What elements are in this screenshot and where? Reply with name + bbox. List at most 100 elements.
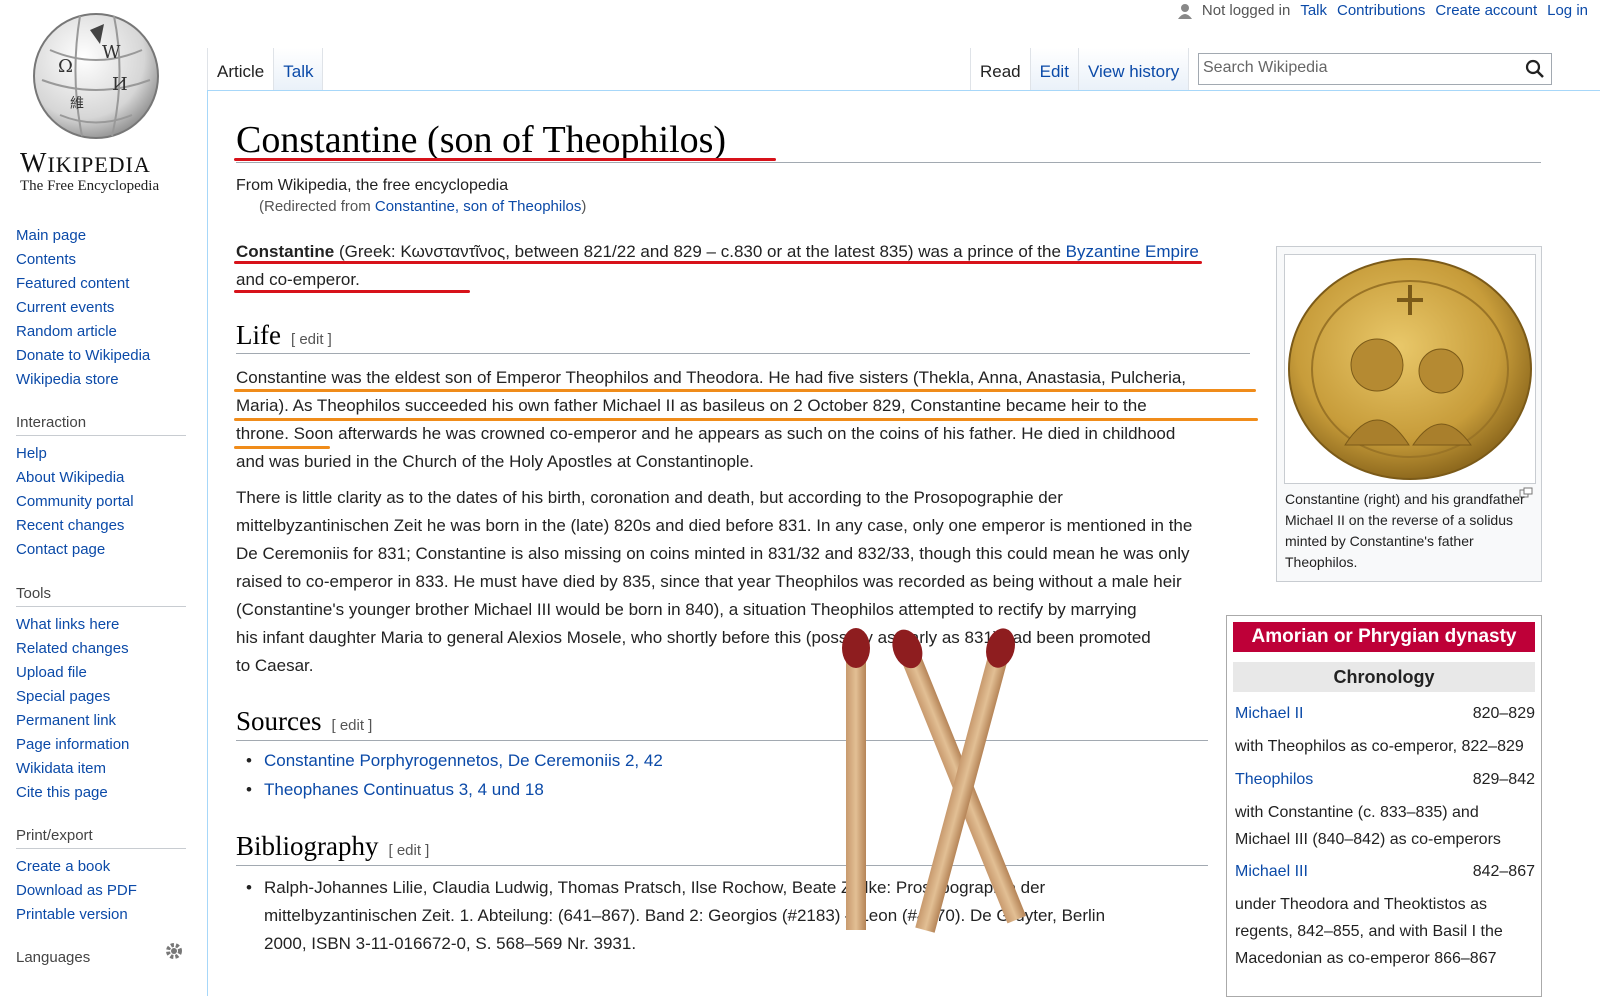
tagline: The Free Encyclopedia: [20, 178, 160, 194]
nav-permanent[interactable]: Permanent link: [16, 709, 186, 733]
svg-text:維: 維: [70, 96, 84, 112]
tab-view-history[interactable]: View history: [1078, 48, 1190, 90]
sidebar: Ω W И 維 WIKIPEDIA The Free Encyclopedia …: [0, 0, 207, 995]
gear-icon[interactable]: [164, 941, 184, 961]
heading-life: Life[ edit ]: [236, 320, 332, 350]
view-tabs: Read Edit View history: [970, 48, 1190, 90]
navbox-row: Macedonian as co-emperor 866–867: [1235, 950, 1497, 967]
sources-divider: [236, 740, 1208, 741]
page-title: Constantine (son of Theophilos): [236, 119, 727, 161]
nav-languages: Languages: [16, 943, 186, 976]
life-divider: [236, 353, 1250, 354]
nav-community[interactable]: Community portal: [16, 490, 186, 514]
lead-red-underline-2: [234, 290, 470, 293]
redirect-link[interactable]: Constantine, son of Theophilos: [375, 198, 582, 215]
login-link[interactable]: Log in: [1547, 2, 1588, 19]
navbox-row: regents, 842–855, and with Basil I the: [1235, 923, 1503, 940]
nav-upload[interactable]: Upload file: [16, 661, 186, 685]
lead-paragraph: Constantine (Greek: Κωνσταντῖνος, betwee…: [236, 242, 1199, 289]
nav-interaction-heading: Interaction: [16, 414, 186, 436]
create-account-link[interactable]: Create account: [1435, 2, 1537, 19]
search-placeholder: Search Wikipedia: [1203, 59, 1328, 76]
user-icon: [1177, 3, 1192, 19]
heading-sources: Sources[ edit ]: [236, 706, 373, 736]
nav-contents[interactable]: Contents: [16, 248, 186, 272]
nav-current-events[interactable]: Current events: [16, 296, 186, 320]
nav-download-pdf[interactable]: Download as PDF: [16, 879, 186, 903]
nav-contact[interactable]: Contact page: [16, 538, 186, 562]
site-sub: From Wikipedia, the free encyclopedia: [236, 177, 509, 194]
svg-text:Ω: Ω: [58, 56, 73, 77]
tab-edit[interactable]: Edit: [1030, 48, 1079, 90]
contributions-link[interactable]: Contributions: [1337, 2, 1425, 19]
nav-cite[interactable]: Cite this page: [16, 781, 186, 805]
nav-special[interactable]: Special pages: [16, 685, 186, 709]
navbox-chronology: Chronology: [1233, 662, 1535, 692]
succession-navbox: Amorian or Phrygian dynasty Chronology M…: [1226, 615, 1542, 997]
tab-article[interactable]: Article: [207, 48, 275, 90]
nav-donate[interactable]: Donate to Wikipedia: [16, 344, 186, 368]
source-item: Theophanes Continuatus 3, 4 und 18: [246, 776, 544, 804]
navbox-row: Michael II 820–829: [1235, 705, 1535, 722]
nav-what-links[interactable]: What links here: [16, 613, 186, 637]
nav-page-info[interactable]: Page information: [16, 733, 186, 757]
edit-life[interactable]: [ edit ]: [291, 331, 332, 348]
matchstick: [842, 628, 870, 930]
matchsticks-overlay: [842, 628, 1027, 933]
nav-create-book[interactable]: Create a book: [16, 855, 186, 879]
coin-image[interactable]: [1284, 254, 1536, 484]
nav-random[interactable]: Random article: [16, 320, 186, 344]
life-orange-underline-2: [234, 418, 1258, 421]
nav-printable[interactable]: Printable version: [16, 903, 186, 927]
life-orange-underline-3: [234, 446, 330, 449]
navbox-title[interactable]: Amorian or Phrygian dynasty: [1233, 622, 1535, 652]
not-logged-in: Not logged in: [1201, 2, 1291, 19]
nav-print-heading: Print/export: [16, 827, 186, 849]
nav-languages-heading: Languages: [16, 949, 91, 966]
thumb-caption: Constantine (right) and his grandfather …: [1285, 491, 1525, 570]
nav-related-changes[interactable]: Related changes: [16, 637, 186, 661]
navbox-row: Theophilos 829–842: [1235, 771, 1535, 788]
byzantine-empire-link[interactable]: Byzantine Empire: [1066, 242, 1199, 261]
navbox-row: Michael III 842–867: [1235, 863, 1535, 880]
nav-recent-changes[interactable]: Recent changes: [16, 514, 186, 538]
search-input[interactable]: Search Wikipedia: [1198, 53, 1552, 85]
wikipedia-logo[interactable]: Ω W И 維 WIKIPEDIA The Free Encyclopedia: [14, 10, 184, 194]
title-divider: [236, 162, 1541, 163]
heading-bibliography: Bibliography[ edit ]: [236, 831, 430, 861]
nav-main-page[interactable]: Main page: [16, 224, 186, 248]
namespace-tabs: Article Talk: [207, 48, 324, 90]
nav-about[interactable]: About Wikipedia: [16, 466, 186, 490]
nav-tools: Tools What links here Related changes Up…: [16, 585, 186, 805]
nav-wikidata[interactable]: Wikidata item: [16, 757, 186, 781]
nav-interaction: Interaction Help About Wikipedia Communi…: [16, 414, 186, 562]
wordmark: WIKIPEDIA: [20, 148, 151, 179]
personal-bar: Not logged in Talk Contributions Create …: [1177, 2, 1588, 19]
navbox-row: under Theodora and Theoktistos as: [1235, 896, 1488, 913]
globe-logo-icon: Ω W И 維: [33, 13, 159, 139]
search-icon[interactable]: [1525, 59, 1545, 79]
solidus-coin-icon: [1288, 258, 1532, 480]
navbox-row: with Constantine (c. 833–835) and: [1235, 804, 1479, 821]
tab-read[interactable]: Read: [970, 48, 1031, 90]
navbox-row: with Theophilos as co-emperor, 822–829: [1235, 738, 1524, 755]
nav-help[interactable]: Help: [16, 442, 186, 466]
nav-print: Print/export Create a book Download as P…: [16, 827, 186, 927]
title-red-underline: [234, 158, 776, 161]
bibliography-divider: [236, 865, 1208, 866]
navbox-row: Michael III (840–842) as co-emperors: [1235, 831, 1501, 848]
talk-link[interactable]: Talk: [1300, 2, 1327, 19]
life-paragraph-2: There is little clarity as to the dates …: [236, 488, 1193, 675]
nav-featured[interactable]: Featured content: [16, 272, 186, 296]
nav-store[interactable]: Wikipedia store: [16, 368, 186, 392]
redirect-note: (Redirected from Constantine, son of The…: [259, 198, 587, 215]
edit-sources[interactable]: [ edit ]: [331, 717, 372, 734]
edit-bibliography[interactable]: [ edit ]: [389, 842, 430, 859]
nav-tools-heading: Tools: [16, 585, 186, 607]
tab-talk[interactable]: Talk: [274, 48, 324, 90]
coin-thumbnail: Constantine (right) and his grandfather …: [1276, 246, 1542, 582]
life-orange-underline-1: [234, 389, 1256, 392]
lead-red-underline-1: [234, 261, 1202, 264]
source-item: Constantine Porphyrogennetos, De Ceremon…: [246, 747, 663, 775]
svg-text:W: W: [102, 42, 121, 63]
